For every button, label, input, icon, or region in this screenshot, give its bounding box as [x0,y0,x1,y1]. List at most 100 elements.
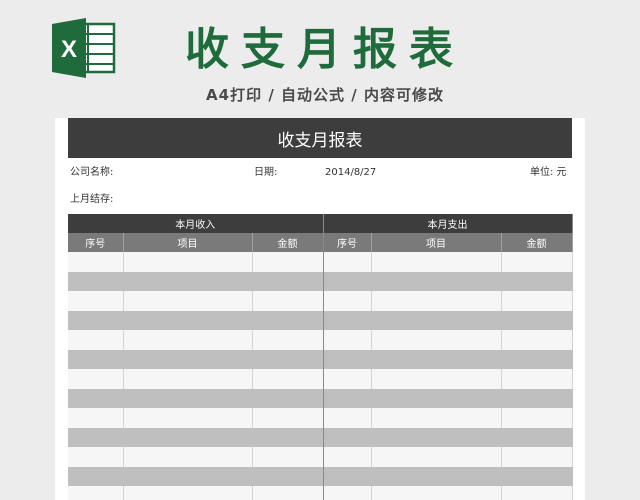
table-cell[interactable] [252,447,324,467]
table-cell[interactable] [252,427,324,447]
table-row [68,349,573,369]
table-cell[interactable] [68,310,124,330]
report-table: 本月收入 本月支出 序号 项目 金额 序号 项目 金额 [68,214,573,500]
table-column-header: 序号 项目 金额 序号 项目 金额 [68,233,573,252]
table-cell[interactable] [323,388,372,408]
table-cell[interactable] [68,291,124,311]
table-cell[interactable] [123,447,253,467]
table-cell[interactable] [371,369,502,389]
table-cell[interactable] [123,310,253,330]
table-cell[interactable] [371,408,502,428]
table-cell[interactable] [68,427,124,447]
table-cell[interactable] [501,271,573,291]
table-cell[interactable] [501,330,573,350]
table-row [68,486,573,500]
column-header: 金额 [501,233,573,252]
company-name-label: 公司名称: [70,167,114,178]
table-row [68,369,573,389]
date-value[interactable]: 2014/8/27 [325,166,376,180]
table-cell[interactable] [501,447,573,467]
table-cell[interactable] [501,466,573,486]
table-cell[interactable] [68,388,124,408]
table-cell[interactable] [68,408,124,428]
table-cell[interactable] [323,271,372,291]
banner: X 收支月报表 A4打印 / 自动公式 / 内容可修改 [0,0,640,115]
table-row [68,427,573,447]
table-cell[interactable] [501,349,573,369]
table-cell[interactable] [323,330,372,350]
table-cell[interactable] [252,271,324,291]
excel-icon: X [52,18,116,78]
table-cell[interactable] [252,408,324,428]
table-cell[interactable] [371,271,502,291]
table-cell[interactable] [323,349,372,369]
table-cell[interactable] [68,349,124,369]
table-cell[interactable] [501,408,573,428]
table-cell[interactable] [252,310,324,330]
table-cell[interactable] [252,349,324,369]
table-cell[interactable] [68,466,124,486]
table-cell[interactable] [371,291,502,311]
table-cell[interactable] [371,330,502,350]
table-cell[interactable] [123,408,253,428]
table-cell[interactable] [501,310,573,330]
table-cell[interactable] [323,310,372,330]
table-cell[interactable] [371,447,502,467]
table-cell[interactable] [323,466,372,486]
table-cell[interactable] [68,271,124,291]
table-cell[interactable] [371,252,502,272]
table-cell[interactable] [371,388,502,408]
table-row [68,447,573,467]
table-cell[interactable] [68,486,124,500]
table-cell[interactable] [252,330,324,350]
column-header: 项目 [123,233,253,252]
table-cell[interactable] [323,486,372,500]
expense-header: 本月支出 [323,214,573,233]
table-cell[interactable] [252,486,324,500]
table-cell[interactable] [323,408,372,428]
table-group-header: 本月收入 本月支出 [68,214,573,233]
table-cell[interactable] [371,349,502,369]
table-cell[interactable] [323,369,372,389]
table-cell[interactable] [371,486,502,500]
table-cell[interactable] [68,252,124,272]
table-row [68,388,573,408]
table-cell[interactable] [371,310,502,330]
table-cell[interactable] [323,447,372,467]
column-header: 序号 [68,233,124,252]
table-cell[interactable] [252,466,324,486]
sheet-title-text: 收支月报表 [277,130,363,151]
table-cell[interactable] [252,369,324,389]
table-cell[interactable] [123,427,253,447]
table-cell[interactable] [371,466,502,486]
column-header: 序号 [323,233,372,252]
table-cell[interactable] [501,291,573,311]
table-cell[interactable] [123,330,253,350]
table-cell[interactable] [323,427,372,447]
table-cell[interactable] [252,388,324,408]
table-cell[interactable] [123,252,253,272]
table-cell[interactable] [501,369,573,389]
table-cell[interactable] [68,330,124,350]
column-header: 金额 [252,233,324,252]
table-cell[interactable] [252,291,324,311]
table-cell[interactable] [123,466,253,486]
table-cell[interactable] [323,252,372,272]
table-cell[interactable] [68,369,124,389]
table-cell[interactable] [323,291,372,311]
table-cell[interactable] [123,388,253,408]
table-cell[interactable] [123,271,253,291]
table-cell[interactable] [252,252,324,272]
table-cell[interactable] [123,369,253,389]
table-cell[interactable] [501,486,573,500]
table-cell[interactable] [371,427,502,447]
table-cell[interactable] [501,388,573,408]
table-cell[interactable] [68,447,124,467]
column-header: 项目 [371,233,502,252]
table-cell[interactable] [123,486,253,500]
table-cell[interactable] [123,291,253,311]
table-cell[interactable] [123,349,253,369]
table-cell[interactable] [501,252,573,272]
table-row [68,291,573,311]
table-cell[interactable] [501,427,573,447]
